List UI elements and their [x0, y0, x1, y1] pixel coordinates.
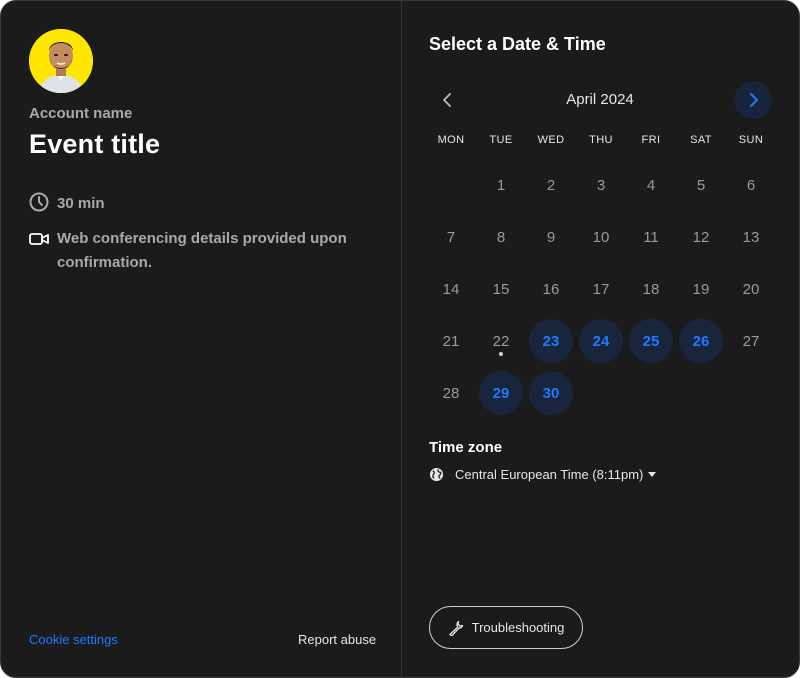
- calendar-cell: 21: [426, 315, 476, 367]
- timezone-title: Time zone: [429, 439, 503, 456]
- calendar-cell: 9: [526, 211, 576, 263]
- scheduler-title: Select a Date & Time: [429, 34, 606, 54]
- calendar-cell: 13: [726, 211, 776, 263]
- calendar-cell: 23: [526, 315, 576, 367]
- calendar-day: 19: [692, 280, 710, 298]
- calendar-cell: 8: [476, 211, 526, 263]
- calendar-grid: 1 2 3 4 5 6 7 8 9 10 11 12 13 14 15 16 17 18 19 20 21 22 23 24 2…: [426, 159, 776, 419]
- calendar-cell: 17: [576, 263, 626, 315]
- calendar-day: 22: [479, 319, 523, 363]
- next-month-button[interactable]: [734, 81, 772, 119]
- troubleshooting-label: Troubleshooting: [471, 620, 565, 635]
- timezone-value: Central European Time (8:11pm): [455, 467, 644, 482]
- calendar-day: 2: [546, 176, 556, 194]
- calendar-cell: 19: [676, 263, 726, 315]
- calendar-cell: 20: [726, 263, 776, 315]
- calendar-day: 27: [742, 332, 760, 350]
- calendar-empty-cell: [426, 159, 476, 211]
- calendar-day: 1: [496, 176, 506, 194]
- avatar: [29, 29, 93, 93]
- booking-card: Account name Event title 30 min Web conf…: [0, 0, 800, 678]
- panel-divider: [401, 1, 402, 677]
- calendar-cell: 4: [626, 159, 676, 211]
- calendar-day: 21: [442, 332, 460, 350]
- calendar-day: 3: [596, 176, 606, 194]
- calendar-cell: 25: [626, 315, 676, 367]
- calendar-cell: 11: [626, 211, 676, 263]
- calendar-day: 4: [646, 176, 656, 194]
- calendar-day-available[interactable]: 30: [529, 371, 573, 415]
- conferencing-text: Web conferencing details provided upon c…: [57, 230, 347, 271]
- video-camera-icon: [29, 233, 49, 245]
- calendar-day: 10: [592, 228, 610, 246]
- calendar-day: 7: [446, 228, 456, 246]
- calendar-cell: 26: [676, 315, 726, 367]
- calendar-cell: 2: [526, 159, 576, 211]
- caret-down-icon: [648, 472, 657, 477]
- calendar-day: 9: [546, 228, 556, 246]
- event-title: Event title: [29, 129, 161, 159]
- calendar-cell: 28: [426, 367, 476, 419]
- calendar-day: 17: [592, 280, 610, 298]
- cookie-settings-link[interactable]: Cookie settings: [29, 632, 118, 647]
- weekday-tue: TUE: [489, 134, 513, 146]
- calendar-cell: 12: [676, 211, 726, 263]
- calendar-day: 5: [696, 176, 706, 194]
- timezone-selector[interactable]: Central European Time (8:11pm): [429, 467, 657, 482]
- calendar-cell: 14: [426, 263, 476, 315]
- duration-row: 30 min: [29, 192, 357, 216]
- duration-text: 30 min: [57, 195, 105, 212]
- weekday-sun: SUN: [738, 134, 764, 146]
- calendar-cell: 3: [576, 159, 626, 211]
- calendar-cell: 30: [526, 367, 576, 419]
- calendar-cell: 15: [476, 263, 526, 315]
- weekday-header: MON TUE WED THU FRI SAT SUN: [426, 134, 776, 146]
- account-name: Account name: [29, 105, 133, 122]
- chevron-right-icon: [750, 93, 758, 107]
- calendar-day: 15: [492, 280, 510, 298]
- calendar-day-available[interactable]: 29: [479, 371, 523, 415]
- calendar-day-available[interactable]: 26: [679, 319, 723, 363]
- calendar-day: 13: [742, 228, 760, 246]
- calendar-cell: 29: [476, 367, 526, 419]
- calendar-day-available[interactable]: 23: [529, 319, 573, 363]
- calendar-cell: 22: [476, 315, 526, 367]
- clock-icon: [29, 192, 49, 212]
- weekday-mon: MON: [437, 134, 465, 146]
- calendar-cell: 7: [426, 211, 476, 263]
- calendar-cell: 6: [726, 159, 776, 211]
- report-abuse-link[interactable]: Report abuse: [298, 632, 376, 647]
- calendar-day: 20: [742, 280, 760, 298]
- calendar-day: 16: [542, 280, 560, 298]
- calendar-day: 11: [643, 228, 659, 246]
- calendar-cell: 24: [576, 315, 626, 367]
- calendar-day: 28: [442, 384, 460, 402]
- calendar-day: 6: [746, 176, 756, 194]
- calendar-day: 18: [642, 280, 660, 298]
- calendar-cell: 10: [576, 211, 626, 263]
- calendar-cell: 16: [526, 263, 576, 315]
- weekday-wed: WED: [537, 134, 565, 146]
- calendar-cell: 27: [726, 315, 776, 367]
- weekday-thu: THU: [589, 134, 613, 146]
- previous-month-button[interactable]: [435, 87, 461, 113]
- troubleshooting-button[interactable]: Troubleshooting: [429, 606, 583, 649]
- calendar-day: 12: [692, 228, 710, 246]
- conferencing-row: Web conferencing details provided upon c…: [29, 227, 357, 275]
- weekday-sat: SAT: [690, 134, 712, 146]
- calendar-day: 14: [442, 280, 460, 298]
- calendar-cell: 5: [676, 159, 726, 211]
- calendar-day-available[interactable]: 24: [579, 319, 623, 363]
- calendar-cell: 1: [476, 159, 526, 211]
- calendar-day-available[interactable]: 25: [629, 319, 673, 363]
- avatar-portrait: [29, 29, 93, 93]
- calendar-cell: 18: [626, 263, 676, 315]
- calendar-day: 8: [496, 228, 506, 246]
- globe-icon: [429, 467, 444, 482]
- weekday-fri: FRI: [641, 134, 661, 146]
- month-label: April 2024: [566, 91, 634, 108]
- wrench-icon: [448, 620, 463, 636]
- chevron-left-icon: [443, 93, 451, 107]
